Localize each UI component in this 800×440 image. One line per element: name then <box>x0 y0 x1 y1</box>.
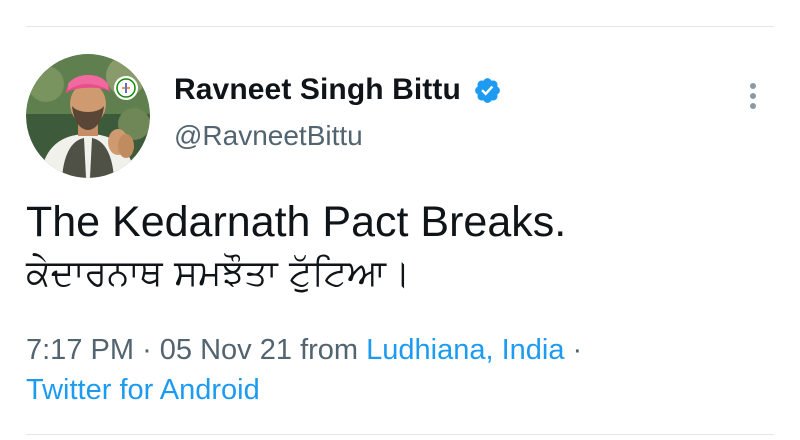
tweet-date[interactable]: 05 Nov 21 <box>160 334 292 366</box>
avatar-photo <box>26 54 150 178</box>
tweet-text: The Kedarnath Pact Breaks. ਕੇਦਾਰਨਾਥ ਸਮਝੌ… <box>26 196 766 300</box>
tweet-card: Ravneet Singh Bittu @RavneetBittu The Ke… <box>26 50 774 420</box>
verified-badge-icon <box>473 76 502 105</box>
author-info: Ravneet Singh Bittu @RavneetBittu <box>174 70 502 152</box>
avatar[interactable] <box>26 54 150 178</box>
name-row: Ravneet Singh Bittu <box>174 70 502 110</box>
tweet-text-english: The Kedarnath Pact Breaks. <box>26 198 567 246</box>
tweet-time[interactable]: 7:17 PM <box>26 334 134 366</box>
user-handle[interactable]: @RavneetBittu <box>174 120 502 152</box>
bottom-divider <box>26 434 774 435</box>
location-link[interactable]: Ludhiana, India <box>366 334 564 366</box>
source-link[interactable]: Twitter for Android <box>26 374 260 406</box>
meta-separator-2: · <box>572 334 583 366</box>
more-vertical-icon[interactable] <box>738 78 768 114</box>
tweet-meta: 7:17 PM · 05 Nov 21 from Ludhiana, India… <box>26 330 766 410</box>
top-divider <box>26 26 774 27</box>
tweet-text-punjabi: ਕੇਦਾਰਨਾਥ ਸਮਝੌਤਾ ਟੁੱਟਿਆ। <box>26 253 411 294</box>
from-label: from <box>300 334 359 366</box>
meta-separator: · <box>142 334 152 366</box>
display-name[interactable]: Ravneet Singh Bittu <box>174 73 461 107</box>
